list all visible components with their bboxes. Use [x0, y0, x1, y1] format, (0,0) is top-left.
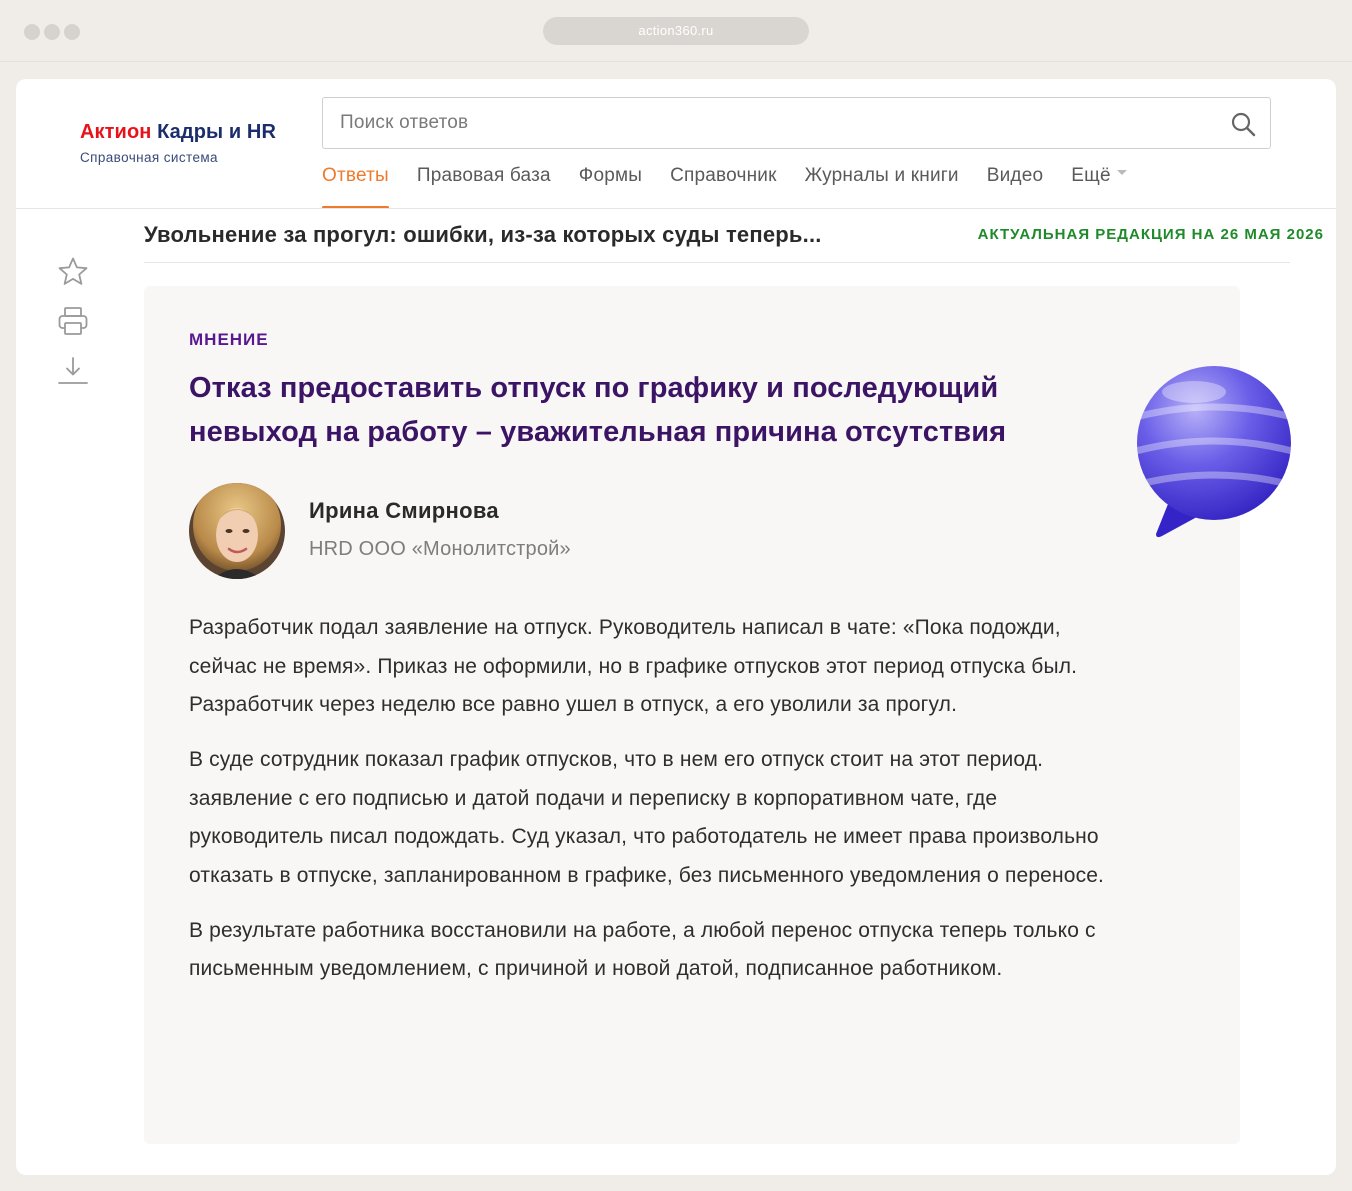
article-paragraph: В суде сотрудник показал график отпусков… — [189, 748, 1105, 887]
search-box — [322, 97, 1271, 149]
search-input[interactable] — [340, 98, 1210, 148]
chevron-down-icon — [1116, 170, 1127, 176]
print-button[interactable] — [54, 302, 92, 340]
nav-item-video[interactable]: Видео — [987, 165, 1044, 209]
address-bar[interactable]: action360.ru — [543, 17, 809, 45]
print-icon — [58, 307, 88, 335]
logo-brand: Актион — [80, 121, 152, 143]
nav-item-answers[interactable]: Ответы — [322, 165, 389, 209]
browser-window-bar: action360.ru — [0, 0, 1352, 62]
window-dot-maximize[interactable] — [64, 24, 80, 40]
logo-product: Кадры и HR — [157, 121, 276, 143]
article-paragraph: Разработчик подал заявление на отпуск. Р… — [189, 616, 1078, 716]
nav-item-legal-base[interactable]: Правовая база — [417, 165, 551, 209]
article-tag: МНЕНИЕ — [189, 330, 269, 349]
site-logo[interactable]: Актион Кадры и HR Справочная система — [80, 121, 276, 165]
article-title: Отказ предоставить отпуск по графику и п… — [189, 372, 1007, 448]
nav-item-more[interactable]: Ещё — [1071, 165, 1127, 209]
nav-item-reference[interactable]: Справочник — [670, 165, 777, 209]
download-button[interactable] — [54, 352, 92, 390]
window-dot-minimize[interactable] — [44, 24, 60, 40]
nav-item-journals-books[interactable]: Журналы и книги — [805, 165, 959, 209]
document-title: Увольнение за прогул: ошибки, из-за кото… — [144, 222, 822, 247]
logo-subtitle: Справочная система — [80, 150, 218, 165]
logo-title: Актион Кадры и HR — [80, 121, 276, 144]
star-icon — [58, 257, 88, 285]
favorite-button[interactable] — [54, 253, 92, 291]
nav-item-forms[interactable]: Формы — [579, 165, 642, 209]
download-icon — [58, 357, 88, 384]
window-bar-divider — [0, 61, 1352, 62]
article-body: Разработчик подал заявление на отпуск. Р… — [189, 609, 1119, 1005]
author-avatar — [189, 483, 285, 579]
opinion-card: МНЕНИЕ Отказ предоставить отпуск по граф… — [144, 286, 1291, 1144]
page: Актион Кадры и HR Справочная система Отв… — [16, 79, 1336, 1175]
title-divider — [144, 262, 1290, 263]
header-divider — [16, 208, 1336, 209]
article-paragraph: В результате работника восстановили на р… — [189, 918, 1096, 981]
search-icon[interactable] — [1230, 111, 1256, 137]
author-role: HRD ООО «Монолитстрой» — [309, 538, 571, 560]
main-nav: Ответы Правовая база Формы Справочник Жу… — [322, 165, 1155, 209]
author-name: Ирина Смирнова — [309, 498, 499, 523]
nav-item-more-label: Ещё — [1071, 165, 1111, 186]
window-dot-close[interactable] — [24, 24, 40, 40]
edition-badge: АКТУАЛЬНАЯ РЕДАКЦИЯ НА 26 МАЯ 2026 — [977, 226, 1324, 243]
chat-bubble-icon — [1137, 366, 1291, 538]
author-photo — [189, 483, 285, 579]
